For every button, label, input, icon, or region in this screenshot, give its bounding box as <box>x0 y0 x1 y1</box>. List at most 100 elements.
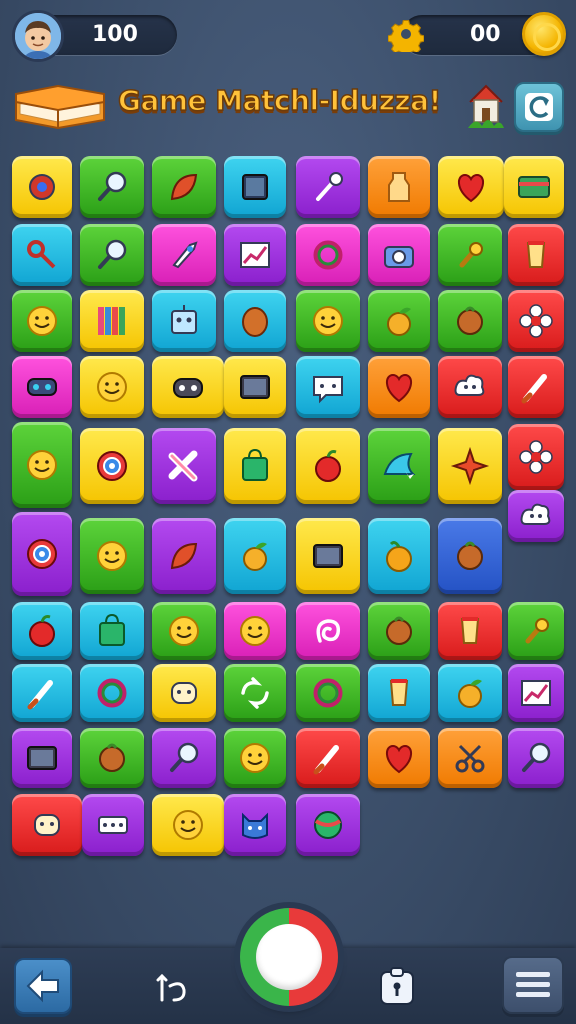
board-tile[interactable] <box>152 156 216 218</box>
board-tile[interactable] <box>368 518 430 594</box>
board-tile[interactable] <box>296 290 360 352</box>
spiral-icon <box>316 619 341 643</box>
board-tile[interactable] <box>296 728 360 788</box>
board-tile[interactable] <box>152 224 216 286</box>
board-tile[interactable] <box>152 794 224 856</box>
nut-icon <box>99 743 125 772</box>
board-tile[interactable] <box>438 728 502 788</box>
smiley-icon <box>173 810 203 840</box>
board-tile[interactable] <box>12 224 72 286</box>
board-tile[interactable] <box>224 156 286 218</box>
board-tile[interactable] <box>80 224 144 286</box>
board-tile[interactable] <box>368 290 430 352</box>
board-tile[interactable] <box>80 156 144 218</box>
board-tile[interactable] <box>508 664 564 722</box>
board-tile[interactable] <box>296 602 360 660</box>
star-icon <box>450 446 490 486</box>
board-tile[interactable] <box>508 224 564 286</box>
board-tile[interactable] <box>504 156 564 218</box>
board-tile[interactable] <box>80 356 144 418</box>
play-button[interactable] <box>240 908 338 1006</box>
board-tile[interactable] <box>80 602 144 660</box>
board-tile[interactable] <box>12 512 72 596</box>
board-tile[interactable] <box>438 664 502 722</box>
board-tile[interactable] <box>438 518 502 594</box>
board-tile[interactable] <box>368 356 430 418</box>
board-tile[interactable] <box>80 518 144 594</box>
rocket-icon <box>172 241 198 269</box>
board-tile[interactable] <box>368 224 430 286</box>
refresh-button[interactable] <box>514 82 564 132</box>
board-tile[interactable] <box>224 664 286 722</box>
board-tile[interactable] <box>508 424 564 490</box>
board-tile[interactable] <box>508 490 564 542</box>
board-tile[interactable] <box>296 156 360 218</box>
board-tile[interactable] <box>152 518 216 594</box>
board-tile[interactable] <box>296 664 360 722</box>
magnifier-icon <box>170 742 199 772</box>
ring-icon <box>313 678 343 708</box>
board-tile[interactable] <box>80 290 144 352</box>
board-tile[interactable] <box>152 290 216 352</box>
board-tile[interactable] <box>12 794 82 856</box>
cross-icon <box>168 450 198 482</box>
lock-icon[interactable] <box>378 966 416 1006</box>
board-tile[interactable] <box>438 356 502 418</box>
board-tile[interactable] <box>12 156 72 218</box>
board-tile[interactable] <box>80 728 144 788</box>
board-tile[interactable] <box>296 224 360 286</box>
board-tile[interactable] <box>296 356 360 418</box>
back-button[interactable] <box>14 958 72 1014</box>
board-tile[interactable] <box>152 728 216 788</box>
board-tile[interactable] <box>296 518 360 594</box>
board-tile[interactable] <box>508 290 564 352</box>
board-tile[interactable] <box>224 224 286 286</box>
board-tile[interactable] <box>508 728 564 788</box>
board-tile[interactable] <box>224 290 286 352</box>
robot-icon <box>171 305 197 334</box>
avatar[interactable] <box>12 10 64 62</box>
board-tile[interactable] <box>12 602 72 660</box>
house-icon <box>468 84 504 128</box>
board-tile[interactable] <box>224 794 286 856</box>
face-icon <box>171 682 197 704</box>
menu-button[interactable] <box>502 956 564 1014</box>
board-tile[interactable] <box>438 290 502 352</box>
board-tile[interactable] <box>368 602 430 660</box>
board-tile[interactable] <box>80 428 144 504</box>
board-tile[interactable] <box>368 156 430 218</box>
domino-icon <box>98 816 128 834</box>
board-tile[interactable] <box>438 428 502 504</box>
board-tile[interactable] <box>438 602 502 660</box>
board-tile[interactable] <box>12 356 72 418</box>
undo-icon[interactable] <box>152 966 196 1010</box>
board-tile[interactable] <box>224 602 286 660</box>
board-tile[interactable] <box>508 356 564 418</box>
board-tile[interactable] <box>296 428 360 504</box>
board-tile[interactable] <box>152 664 216 722</box>
board-tile[interactable] <box>152 428 216 504</box>
board-tile[interactable] <box>224 518 286 594</box>
board-tile[interactable] <box>368 728 430 788</box>
board-tile[interactable] <box>12 422 72 508</box>
board-tile[interactable] <box>80 664 144 722</box>
board-tile[interactable] <box>224 728 286 788</box>
board-tile[interactable] <box>12 664 72 722</box>
board-tile[interactable] <box>82 794 144 856</box>
board-tile[interactable] <box>438 156 504 218</box>
magnifier-icon <box>522 742 551 772</box>
board-tile[interactable] <box>12 728 72 788</box>
cup-icon <box>389 679 409 706</box>
board-tile[interactable] <box>368 428 430 504</box>
gear-icon[interactable] <box>388 16 424 52</box>
board-tile[interactable] <box>224 428 286 504</box>
board-tile[interactable] <box>12 290 72 352</box>
board-tile[interactable] <box>438 224 502 286</box>
board-tile[interactable] <box>368 664 430 722</box>
plug-icon <box>525 618 549 644</box>
board-tile[interactable] <box>152 602 216 660</box>
board-tile[interactable] <box>296 794 360 856</box>
board-tile[interactable] <box>152 356 224 418</box>
board-tile[interactable] <box>508 602 564 660</box>
board-tile[interactable] <box>224 356 286 418</box>
